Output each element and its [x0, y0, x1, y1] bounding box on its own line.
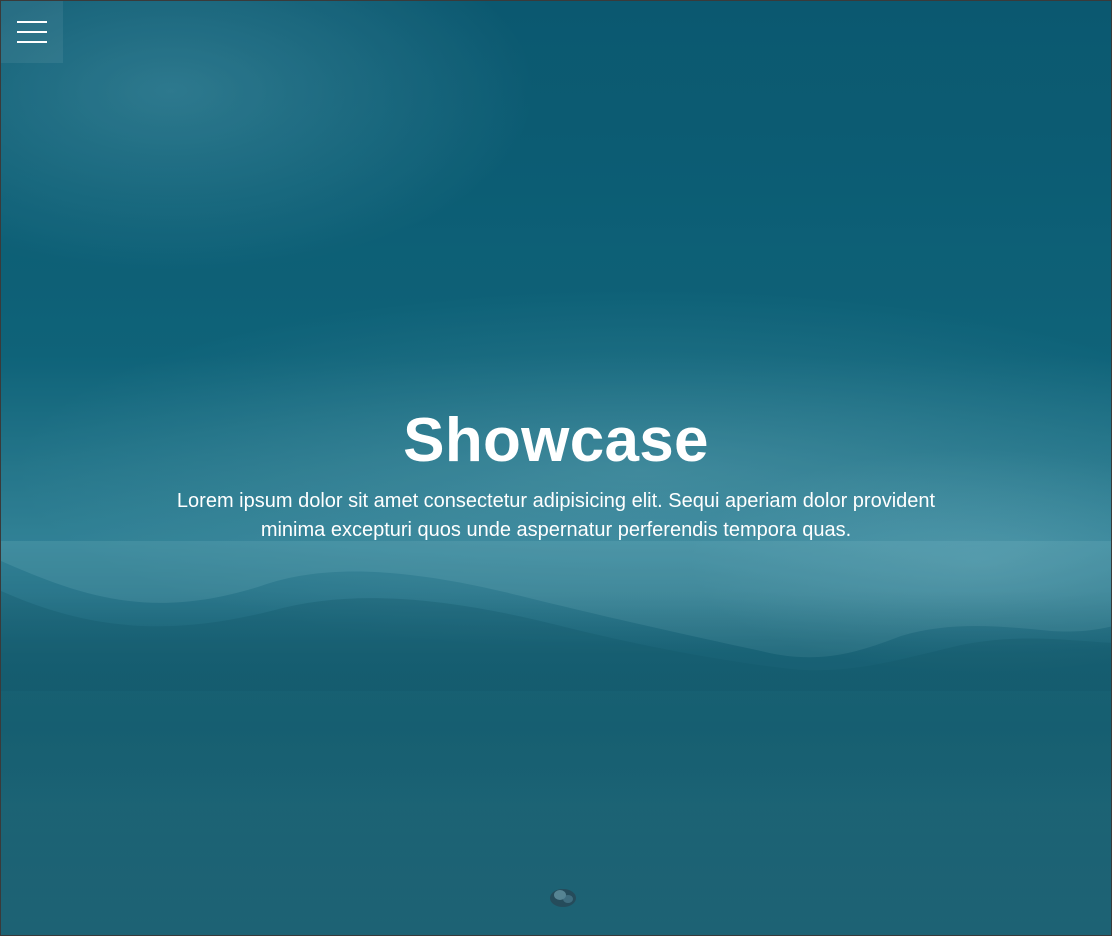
showcase-title: Showcase [403, 406, 709, 475]
showcase-section: Showcase Lorem ipsum dolor sit amet cons… [1, 405, 1111, 545]
showcase-description: Lorem ipsum dolor sit amet consectetur a… [176, 490, 936, 541]
page-frame: Showcase Lorem ipsum dolor sit amet cons… [0, 0, 1112, 936]
hamburger-menu-icon [17, 20, 47, 44]
rock-icon [550, 889, 576, 907]
menu-button[interactable] [1, 1, 63, 63]
